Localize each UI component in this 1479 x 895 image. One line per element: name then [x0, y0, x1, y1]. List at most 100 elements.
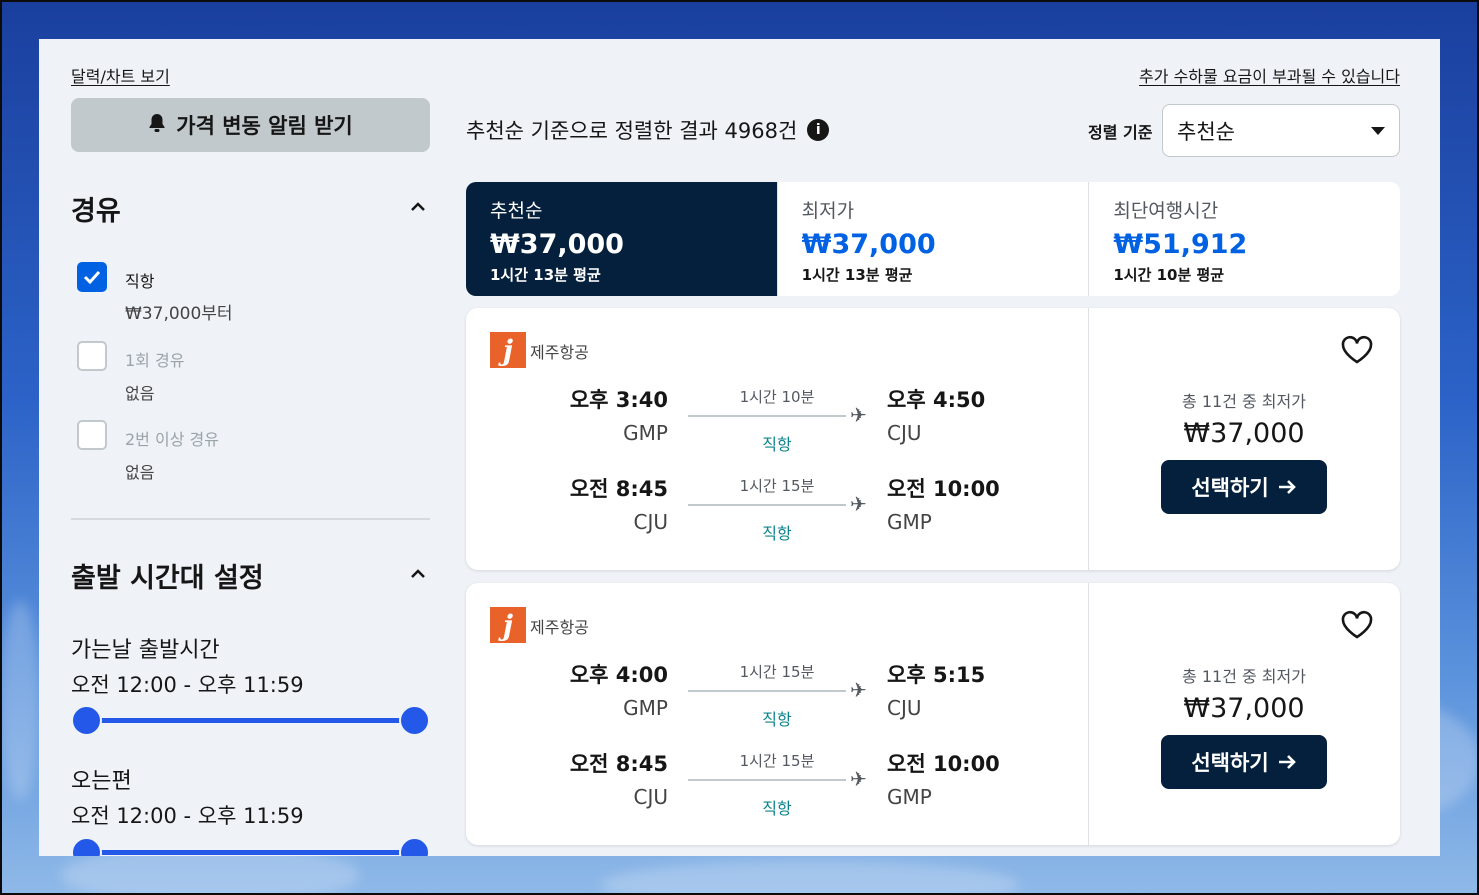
- departure-airport: CJU: [633, 510, 668, 534]
- tab-cheapest[interactable]: 최저가 ₩37,000 1시간 13분 평균: [778, 182, 1090, 296]
- stops-direct-price: ₩37,000부터: [125, 304, 233, 324]
- tab-label: 최저가: [801, 200, 855, 222]
- flight-duration: 1시간 15분: [739, 752, 815, 770]
- departure-time: 오전 8:45: [569, 752, 668, 776]
- arrival-airport: CJU: [887, 696, 922, 720]
- price-note: 총 11건 중 최저가: [1182, 392, 1306, 411]
- route-line: [688, 779, 846, 781]
- select-button-label: 선택하기: [1191, 476, 1269, 500]
- outbound-slider-track: [86, 718, 416, 723]
- outbound-time-label: 가는날 출발시간: [71, 638, 220, 663]
- departure-airport: GMP: [623, 696, 668, 720]
- stops-two-plus-label: 2번 이상 경유: [125, 430, 219, 449]
- tab-price: ₩51,912: [1113, 229, 1248, 260]
- cloud: [600, 860, 1020, 895]
- arrival-time: 오후 4:50: [887, 388, 986, 412]
- tab-duration: 1시간 13분 평균: [801, 266, 913, 284]
- price-alert-button[interactable]: 가격 변동 알림 받기: [71, 98, 430, 152]
- stops-info: 직항: [762, 435, 792, 454]
- airline-name: 제주항공: [530, 618, 589, 637]
- flight-results-page: 달력/차트 보기 추가 수하물 요금이 부과될 수 있습니다 가격 변동 알림 …: [39, 39, 1440, 856]
- arrow-right-icon: [1278, 480, 1296, 494]
- results-summary: 추천순 기준으로 정렬한 결과 4968건 i: [466, 115, 830, 145]
- return-slider-track: [86, 850, 416, 855]
- flight-leg-outbound: 오후 4:00 GMP 1시간 15분 ✈ 직항 오후 5:15 CJU: [466, 659, 1088, 739]
- flight-leg-return: 오전 8:45 CJU 1시간 15분 ✈ 직항 오전 10:00 GMP: [466, 748, 1088, 828]
- departure-time: 오후 4:00: [569, 663, 668, 687]
- route-line: [688, 504, 846, 506]
- tab-price: ₩37,000: [490, 229, 624, 260]
- heart-icon[interactable]: [1340, 610, 1374, 640]
- heart-icon[interactable]: [1340, 335, 1374, 365]
- flight-card[interactable]: j 제주항공 오후 4:00 GMP 1시간 15분 ✈ 직항 오후 5:15 …: [466, 583, 1400, 845]
- flight-duration: 1시간 15분: [739, 477, 815, 495]
- stops-info: 직항: [762, 524, 792, 543]
- calendar-chart-link[interactable]: 달력/차트 보기: [71, 63, 170, 87]
- tab-label: 추천순: [490, 200, 543, 222]
- stops-info: 직항: [762, 799, 792, 818]
- arrival-airport: GMP: [887, 785, 932, 809]
- return-slider-start-handle[interactable]: [71, 837, 102, 856]
- check-icon: [83, 270, 101, 284]
- stops-two-plus-checkbox[interactable]: [77, 420, 107, 450]
- arrival-time: 오후 5:15: [887, 663, 986, 687]
- baggage-surcharge-link[interactable]: 추가 수하물 요금이 부과될 수 있습니다: [1139, 63, 1400, 87]
- plane-icon: ✈: [850, 403, 867, 427]
- bell-icon: [148, 113, 166, 138]
- flight-duration: 1시간 15분: [739, 663, 815, 681]
- arrival-time: 오전 10:00: [887, 477, 1000, 501]
- return-slider-end-handle[interactable]: [399, 837, 430, 856]
- chevron-up-icon[interactable]: [410, 566, 426, 582]
- flight-price: ₩37,000: [1183, 693, 1305, 724]
- arrival-airport: GMP: [887, 510, 932, 534]
- route-line: [688, 415, 846, 417]
- stops-direct-checkbox[interactable]: [77, 262, 107, 292]
- jeju-air-logo: j: [490, 607, 526, 643]
- airline-name: 제주항공: [530, 343, 589, 362]
- plane-icon: ✈: [850, 678, 867, 702]
- tab-duration: 1시간 13분 평균: [490, 266, 601, 284]
- route-line: [688, 690, 846, 692]
- select-button-label: 선택하기: [1191, 751, 1269, 775]
- return-time-range: 오전 12:00 - 오후 11:59: [71, 804, 304, 828]
- flight-duration: 1시간 10분: [739, 388, 815, 406]
- stops-title: 경유: [71, 196, 121, 227]
- stops-direct-label: 직항: [125, 272, 155, 291]
- jeju-air-logo: j: [490, 332, 526, 368]
- filter-divider: [71, 518, 430, 520]
- results-summary-text: 추천순 기준으로 정렬한 결과 4968건: [466, 119, 798, 143]
- sort-selected-value: 추천순: [1177, 119, 1235, 144]
- return-time-label: 오는편: [71, 769, 132, 794]
- stops-one-sub: 없음: [125, 384, 155, 403]
- departure-airport: GMP: [623, 421, 668, 445]
- select-flight-button[interactable]: 선택하기: [1161, 735, 1327, 789]
- departure-time: 오전 8:45: [569, 477, 668, 501]
- tab-recommended[interactable]: 추천순 ₩37,000 1시간 13분 평균: [466, 182, 778, 296]
- tab-label: 최단여행시간: [1113, 200, 1219, 222]
- info-icon[interactable]: i: [807, 119, 830, 141]
- stops-one-checkbox[interactable]: [77, 341, 107, 371]
- price-note: 총 11건 중 최저가: [1182, 667, 1306, 686]
- tab-duration: 1시간 10분 평균: [1113, 266, 1225, 284]
- departure-airport: CJU: [633, 785, 668, 809]
- stops-info: 직항: [762, 710, 792, 729]
- sort-tabs: 추천순 ₩37,000 1시간 13분 평균 최저가 ₩37,000 1시간 1…: [466, 182, 1400, 296]
- caret-down-icon: [1371, 126, 1385, 135]
- price-alert-label: 가격 변동 알림 받기: [176, 114, 353, 138]
- select-flight-button[interactable]: 선택하기: [1161, 460, 1327, 514]
- flight-price: ₩37,000: [1183, 418, 1305, 449]
- outbound-slider-start-handle[interactable]: [71, 705, 102, 736]
- departure-time: 오후 3:40: [569, 388, 668, 412]
- flight-card[interactable]: j 제주항공 오후 3:40 GMP 1시간 10분 ✈ 직항 오후 4:50 …: [466, 308, 1400, 570]
- outbound-slider-end-handle[interactable]: [399, 705, 430, 736]
- sort-select[interactable]: 추천순: [1162, 104, 1400, 157]
- plane-icon: ✈: [850, 492, 867, 516]
- tab-fastest[interactable]: 최단여행시간 ₩51,912 1시간 10분 평균: [1089, 182, 1400, 296]
- stops-one-label: 1회 경유: [125, 351, 185, 370]
- flight-leg-return: 오전 8:45 CJU 1시간 15분 ✈ 직항 오전 10:00 GMP: [466, 473, 1088, 553]
- arrow-right-icon: [1278, 755, 1296, 769]
- plane-icon: ✈: [850, 767, 867, 791]
- chevron-up-icon[interactable]: [410, 199, 426, 215]
- arrival-airport: CJU: [887, 421, 922, 445]
- stops-two-plus-sub: 없음: [125, 463, 155, 482]
